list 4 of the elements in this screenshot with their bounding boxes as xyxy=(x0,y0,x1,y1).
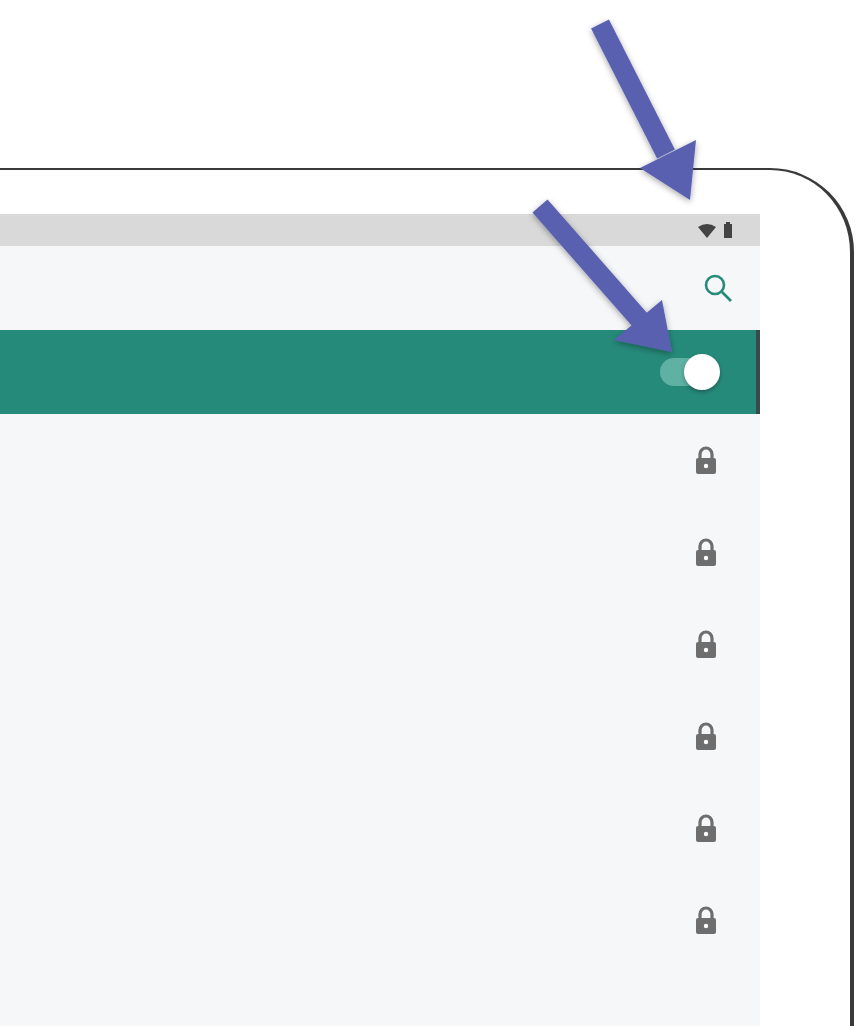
search-icon[interactable] xyxy=(704,274,732,302)
wifi-icon xyxy=(698,223,716,237)
toggle-switch[interactable] xyxy=(660,358,716,386)
battery-icon xyxy=(724,222,732,238)
